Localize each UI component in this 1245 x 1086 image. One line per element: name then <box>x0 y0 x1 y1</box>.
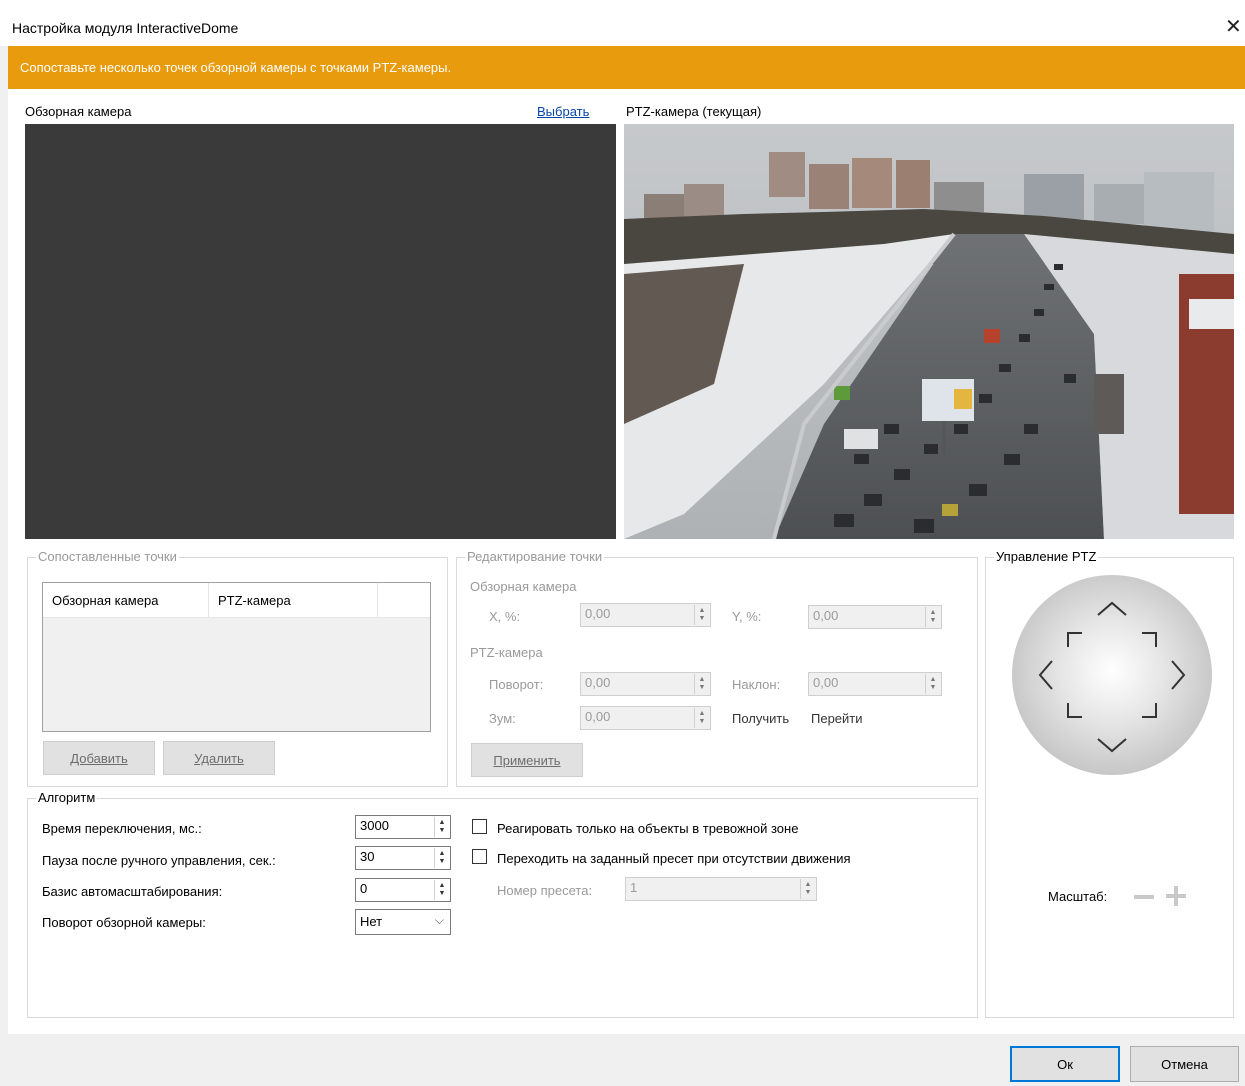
y-percent-label: Y, %: <box>732 609 762 624</box>
ptz-joystick[interactable] <box>1012 575 1212 775</box>
plus-icon[interactable] <box>1164 884 1188 908</box>
y-percent-value: 0,00 <box>813 608 839 623</box>
instruction-banner: Сопоставьте несколько точек обзорной кам… <box>8 46 1245 89</box>
column-divider <box>208 583 209 617</box>
zoom-value: 0,00 <box>585 709 611 724</box>
preset-number-field[interactable]: 1 ▲ ▼ <box>625 877 817 901</box>
spin-arrows-icon[interactable]: ▲ ▼ <box>925 607 940 627</box>
rotation-label: Поворот обзорной камеры: <box>42 915 206 930</box>
algorithm-title: Алгоритм <box>36 790 98 805</box>
cancel-button[interactable]: Отмена <box>1130 1046 1239 1082</box>
ptz-camera-view[interactable] <box>624 124 1234 539</box>
spin-arrows-icon[interactable]: ▲ ▼ <box>434 817 449 837</box>
zoom-field[interactable]: 0,00 ▲ ▼ <box>580 706 711 730</box>
delete-point-button[interactable]: Удалить <box>163 741 275 775</box>
switch-time-field[interactable]: 3000 ▲ ▼ <box>355 815 451 839</box>
pan-right-icon[interactable] <box>1171 660 1186 690</box>
edit-point-title: Редактирование точки <box>465 549 605 564</box>
matched-points-list[interactable]: Обзорная камера PTZ-камера <box>42 582 431 732</box>
x-percent-field[interactable]: 0,00 ▲ ▼ <box>580 603 711 627</box>
chevron-down-icon: ⌵ <box>434 913 444 927</box>
rotation-select[interactable]: Нет ⌵ <box>355 909 451 935</box>
get-position-link[interactable]: Получить <box>732 711 789 726</box>
spin-arrows-icon[interactable]: ▲ ▼ <box>434 880 449 900</box>
matched-points-title: Сопоставленные точки <box>36 549 179 564</box>
pan-label: Поворот: <box>489 677 544 692</box>
ptz-camera-image <box>624 124 1234 539</box>
overview-camera-label: Обзорная камера <box>25 104 132 119</box>
pause-label: Пауза после ручного управления, сек.: <box>42 853 276 868</box>
pan-field[interactable]: 0,00 ▲ ▼ <box>580 672 711 696</box>
pause-value: 30 <box>360 849 375 864</box>
pan-left-icon[interactable] <box>1038 660 1053 690</box>
spin-arrows-icon[interactable]: ▲ ▼ <box>694 674 709 694</box>
ptz-control-title: Управление PTZ <box>994 549 1099 564</box>
tilt-value: 0,00 <box>813 675 839 690</box>
switch-time-label: Время переключения, мс.: <box>42 821 202 836</box>
autoscale-value: 0 <box>360 881 368 896</box>
column-header-ptz[interactable]: PTZ-камера <box>218 593 291 608</box>
tilt-field[interactable]: 0,00 ▲ ▼ <box>808 672 942 696</box>
pan-down-icon[interactable] <box>1097 738 1127 753</box>
column-divider <box>377 583 378 617</box>
ok-button[interactable]: Ок <box>1010 1046 1120 1082</box>
preset-number-value: 1 <box>630 880 638 895</box>
spin-arrows-icon[interactable]: ▲ ▼ <box>925 674 940 694</box>
autoscale-field[interactable]: 0 ▲ ▼ <box>355 878 451 902</box>
spin-arrows-icon[interactable]: ▲ ▼ <box>694 708 709 728</box>
apply-button[interactable]: Применить <box>471 743 583 777</box>
goto-position-link[interactable]: Перейти <box>811 711 863 726</box>
pan-up-left-icon[interactable] <box>1067 632 1082 647</box>
spin-arrows-icon[interactable]: ▲ ▼ <box>800 879 815 899</box>
tilt-label: Наклон: <box>732 677 781 692</box>
pan-up-right-icon[interactable] <box>1142 632 1157 647</box>
pan-up-icon[interactable] <box>1097 601 1127 616</box>
spin-arrows-icon[interactable]: ▲ ▼ <box>434 848 449 868</box>
window-title: Настройка модуля InteractiveDome <box>12 20 239 36</box>
ptz-camera-label: PTZ-камера (текущая) <box>626 104 762 119</box>
y-percent-field[interactable]: 0,00 ▲ ▼ <box>808 605 942 629</box>
preset-checkbox[interactable] <box>472 849 487 864</box>
add-point-button[interactable]: Добавить <box>43 741 155 775</box>
close-icon[interactable]: ✕ <box>1225 14 1242 39</box>
banner-text: Сопоставьте несколько точек обзорной кам… <box>20 60 452 75</box>
rotation-value: Нет <box>360 914 383 929</box>
minus-icon[interactable] <box>1133 887 1155 907</box>
overview-camera-view[interactable] <box>25 124 616 539</box>
column-header-overview[interactable]: Обзорная камера <box>52 593 158 608</box>
zoom-control-label: Масштаб: <box>1048 889 1108 904</box>
alarm-zone-label[interactable]: Реагировать только на объекты в тревожно… <box>497 821 798 836</box>
pause-field[interactable]: 30 ▲ ▼ <box>355 846 451 870</box>
pan-down-left-icon[interactable] <box>1067 703 1082 718</box>
pan-down-right-icon[interactable] <box>1142 703 1157 718</box>
edit-ptz-label: PTZ-камера <box>470 645 543 660</box>
x-percent-label: X, %: <box>489 609 521 624</box>
x-percent-value: 0,00 <box>585 606 611 621</box>
pan-value: 0,00 <box>585 675 611 690</box>
preset-number-label: Номер пресета: <box>497 883 593 898</box>
alarm-zone-checkbox[interactable] <box>472 819 487 834</box>
zoom-label: Зум: <box>489 711 516 726</box>
switch-time-value: 3000 <box>360 818 389 833</box>
list-header: Обзорная камера PTZ-камера <box>43 583 430 618</box>
select-camera-link[interactable]: Выбрать <box>537 104 589 119</box>
preset-label[interactable]: Переходить на заданный пресет при отсутс… <box>497 851 851 866</box>
edit-overview-label: Обзорная камера <box>470 579 577 594</box>
autoscale-label: Базис автомасштабирования: <box>42 884 223 899</box>
spin-arrows-icon[interactable]: ▲ ▼ <box>694 605 709 625</box>
